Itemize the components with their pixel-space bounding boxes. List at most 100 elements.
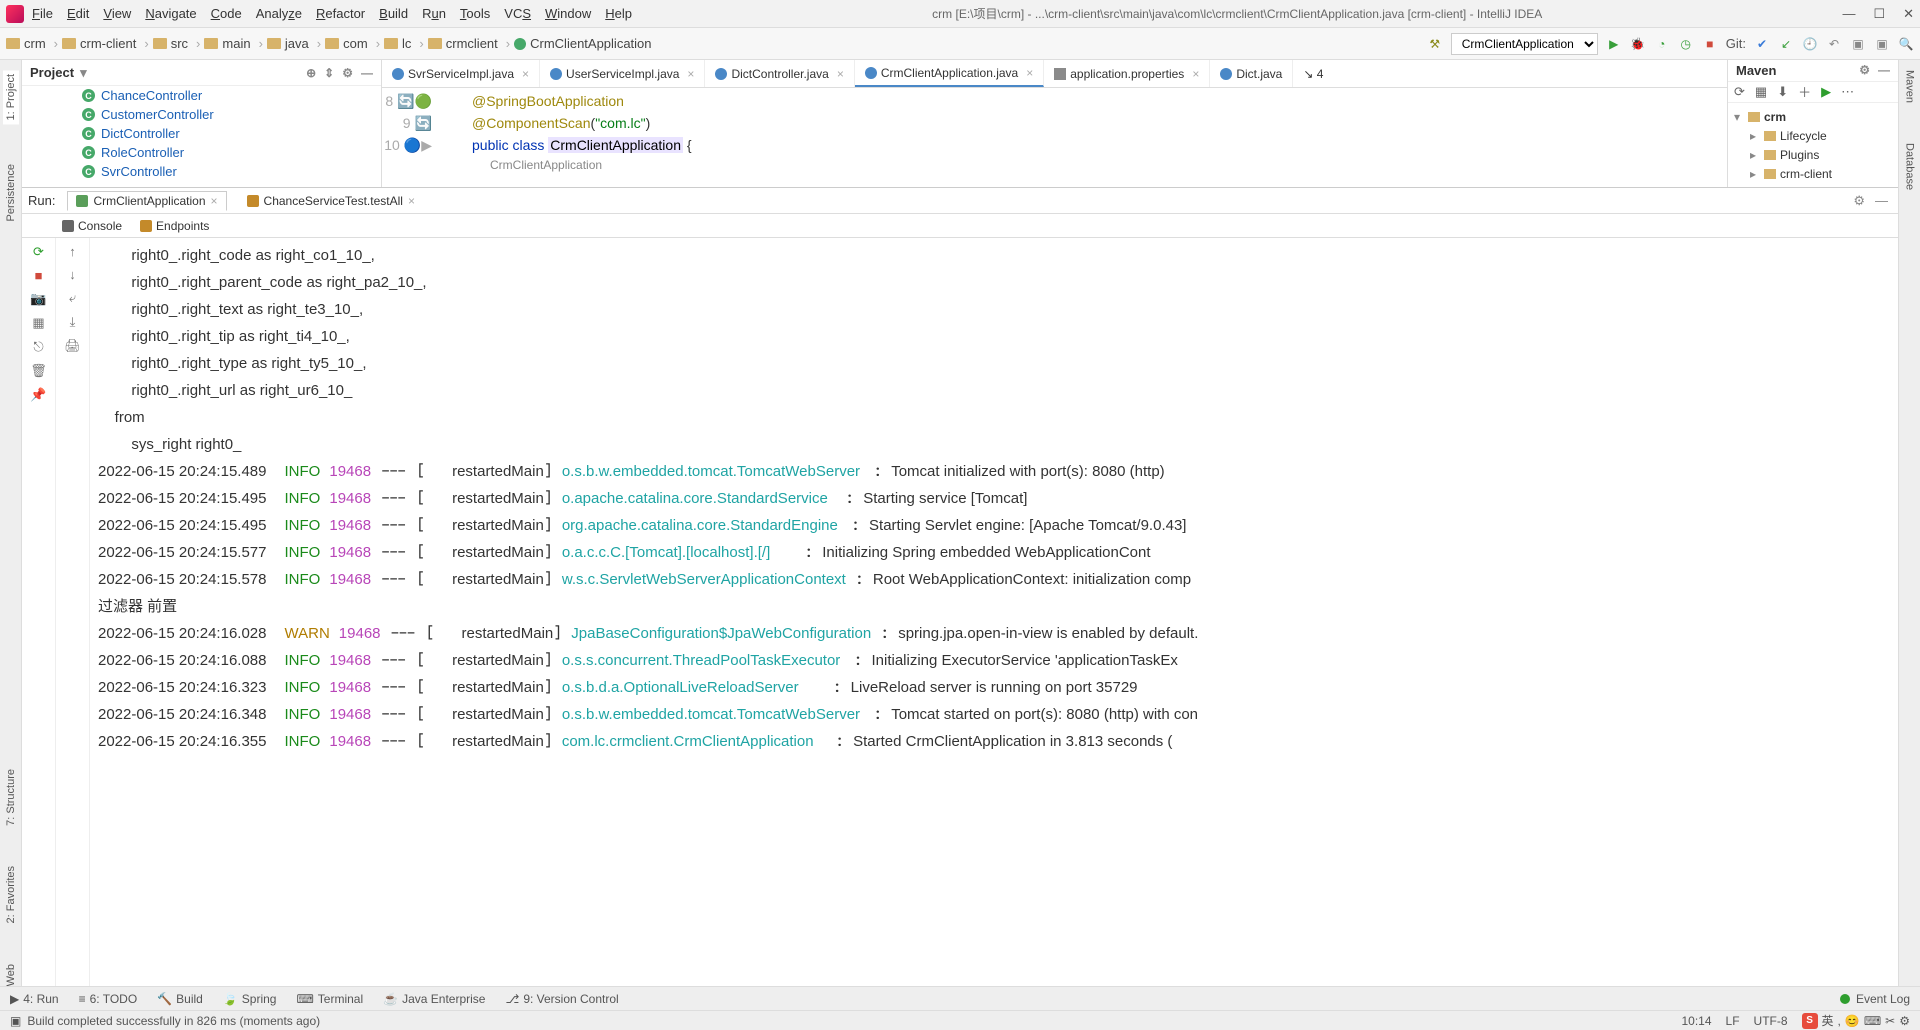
close-icon[interactable]: × — [522, 67, 529, 81]
editor-code[interactable]: @SpringBootApplication @ComponentScan("c… — [472, 88, 1727, 187]
debug-icon[interactable]: 🐞 — [1630, 36, 1646, 52]
coverage-icon[interactable]: ◔ — [1654, 36, 1670, 52]
ime-settings[interactable]: ⚙ — [1899, 1014, 1910, 1028]
bt-run[interactable]: ▶ 4: Run — [10, 992, 59, 1006]
tab-svrservice[interactable]: SvrServiceImpl.java× — [382, 60, 540, 87]
crumb-crmclient[interactable]: crmclient — [428, 36, 510, 51]
tab-appprops[interactable]: application.properties× — [1044, 60, 1210, 87]
menu-file[interactable]: File — [32, 6, 53, 21]
hide-icon[interactable]: — — [1878, 63, 1890, 77]
bt-versioncontrol[interactable]: ⎇ 9: Version Control — [505, 992, 618, 1006]
settings-icon[interactable]: ⚙ — [342, 66, 353, 80]
tab-dictjava[interactable]: Dict.java — [1210, 60, 1293, 87]
bt-terminal[interactable]: ⌨ Terminal — [296, 992, 363, 1006]
bt-eventlog[interactable]: Event Log — [1856, 992, 1910, 1006]
down-icon[interactable]: ↓ — [69, 267, 76, 282]
close-icon[interactable]: × — [408, 194, 415, 208]
crumb-java[interactable]: java — [267, 36, 321, 51]
git-commit-icon[interactable]: ↙ — [1778, 36, 1794, 52]
bt-javaenterprise[interactable]: ☕ Java Enterprise — [383, 992, 485, 1006]
rerun-icon[interactable]: ⟳ — [33, 244, 44, 260]
close-icon[interactable]: × — [837, 67, 844, 81]
snapshot-icon[interactable]: 📷 — [30, 291, 46, 307]
menu-code[interactable]: Code — [211, 6, 242, 21]
menu-build[interactable]: Build — [379, 6, 408, 21]
run-tab-chancetest[interactable]: ChanceServiceTest.testAll× — [239, 192, 423, 210]
tab-userservice[interactable]: UserServiceImpl.java× — [540, 60, 705, 87]
caret-pos[interactable]: 10:14 — [1681, 1014, 1711, 1028]
toolwin-structure[interactable]: 7: Structure — [5, 769, 17, 826]
editor-breadcrumb[interactable]: CrmClientApplication — [472, 156, 1727, 174]
menu-tools[interactable]: Tools — [460, 6, 490, 21]
close-button[interactable]: ✕ — [1903, 6, 1914, 22]
hide-icon[interactable]: — — [1875, 193, 1888, 209]
menu-view[interactable]: View — [103, 6, 131, 21]
menu-navigate[interactable]: Navigate — [145, 6, 196, 21]
add-icon[interactable]: ＋ — [1798, 82, 1811, 101]
git-history-icon[interactable]: 🕘 — [1802, 36, 1818, 52]
close-icon[interactable]: × — [687, 67, 694, 81]
toolwin-project[interactable]: 1: Project — [3, 70, 19, 124]
search-everywhere-icon[interactable]: 🔍 — [1898, 36, 1914, 52]
profile-icon[interactable]: ◷ — [1678, 36, 1694, 52]
pin-icon[interactable]: 📌 — [30, 387, 46, 403]
crumb-crm[interactable]: crm — [6, 36, 58, 51]
line-sep[interactable]: LF — [1726, 1014, 1740, 1028]
maven-tree[interactable]: ▾crm ▸Lifecycle ▸Plugins ▸crm-client — [1728, 103, 1898, 187]
run-icon[interactable]: ▶ — [1821, 84, 1831, 100]
toolwin-database[interactable]: Database — [1904, 143, 1916, 190]
crumb-crm-client[interactable]: crm-client — [62, 36, 149, 51]
git-update-icon[interactable]: ✔ — [1754, 36, 1770, 52]
menu-vcs[interactable]: VCS — [504, 6, 531, 21]
maven-lifecycle[interactable]: ▸Lifecycle — [1734, 126, 1892, 145]
bt-todo[interactable]: ≡ 6: TODO — [79, 992, 138, 1006]
subtab-console[interactable]: Console — [62, 219, 122, 233]
menu-help[interactable]: Help — [605, 6, 632, 21]
ime-lang[interactable]: 英 — [1822, 1012, 1834, 1029]
crumb-com[interactable]: com — [325, 36, 380, 51]
run-config-select[interactable]: CrmClientApplication — [1451, 33, 1598, 55]
dump-icon[interactable]: 🗑 — [30, 363, 47, 379]
exit-icon[interactable]: ⎋ — [33, 339, 43, 355]
ide-settings-icon[interactable]: ▣ — [1874, 36, 1890, 52]
crumb-class[interactable]: CrmClientApplication — [514, 36, 659, 51]
print-icon[interactable]: 🖨 — [64, 338, 81, 354]
close-icon[interactable]: × — [211, 194, 218, 208]
up-icon[interactable]: ↑ — [69, 244, 76, 259]
crumb-src[interactable]: src — [153, 36, 201, 51]
maximize-button[interactable]: ☐ — [1873, 6, 1885, 22]
build-hammer-icon[interactable]: ⚒ — [1427, 36, 1443, 52]
bt-spring[interactable]: 🍃 Spring — [223, 992, 277, 1006]
tab-crmclientapp[interactable]: CrmClientApplication.java× — [855, 60, 1044, 87]
toolwin-web[interactable]: Web — [5, 964, 17, 986]
maven-plugins[interactable]: ▸Plugins — [1734, 145, 1892, 164]
locate-icon[interactable]: ⊕ — [306, 66, 316, 80]
editor-body[interactable]: 8🔄🟢 9🔄 10🔵▶ @SpringBootApplication @Comp… — [382, 88, 1727, 187]
hide-icon[interactable]: — — [361, 66, 373, 80]
git-rollback-icon[interactable]: ↶ — [1826, 36, 1842, 52]
encoding[interactable]: UTF-8 — [1754, 1014, 1788, 1028]
layout-icon[interactable]: ▦ — [32, 315, 44, 331]
subtab-endpoints[interactable]: Endpoints — [140, 219, 209, 233]
download-icon[interactable]: ⬇ — [1777, 84, 1788, 100]
ime-punct[interactable]: , — [1838, 1014, 1841, 1028]
toolwin-maven[interactable]: Maven — [1904, 70, 1916, 103]
project-tree[interactable]: CChanceController CCustomerController CD… — [22, 86, 381, 187]
menu-refactor[interactable]: Refactor — [316, 6, 365, 21]
ime-keyboard[interactable]: ⌨ — [1864, 1014, 1881, 1028]
stop-icon[interactable]: ■ — [1702, 36, 1718, 52]
generate-icon[interactable]: ▦ — [1755, 84, 1767, 100]
run-tab-crmclient[interactable]: CrmClientApplication× — [67, 191, 226, 211]
reimport-icon[interactable]: ⟳ — [1734, 84, 1745, 100]
settings-icon[interactable]: ⚙ — [1859, 63, 1870, 77]
more-icon[interactable]: ⋯ — [1841, 84, 1854, 100]
bt-build[interactable]: 🔨 Build — [157, 992, 203, 1006]
crumb-lc[interactable]: lc — [384, 36, 424, 51]
run-icon[interactable]: ▶ — [1606, 36, 1622, 52]
crumb-main[interactable]: main — [204, 36, 263, 51]
toolwin-favorites[interactable]: 2: Favorites — [5, 866, 17, 923]
sogou-icon[interactable]: S — [1802, 1013, 1818, 1029]
close-icon[interactable]: × — [1026, 66, 1033, 80]
stop-icon[interactable]: ■ — [35, 268, 43, 283]
maven-crmclient[interactable]: ▸crm-client — [1734, 164, 1892, 183]
